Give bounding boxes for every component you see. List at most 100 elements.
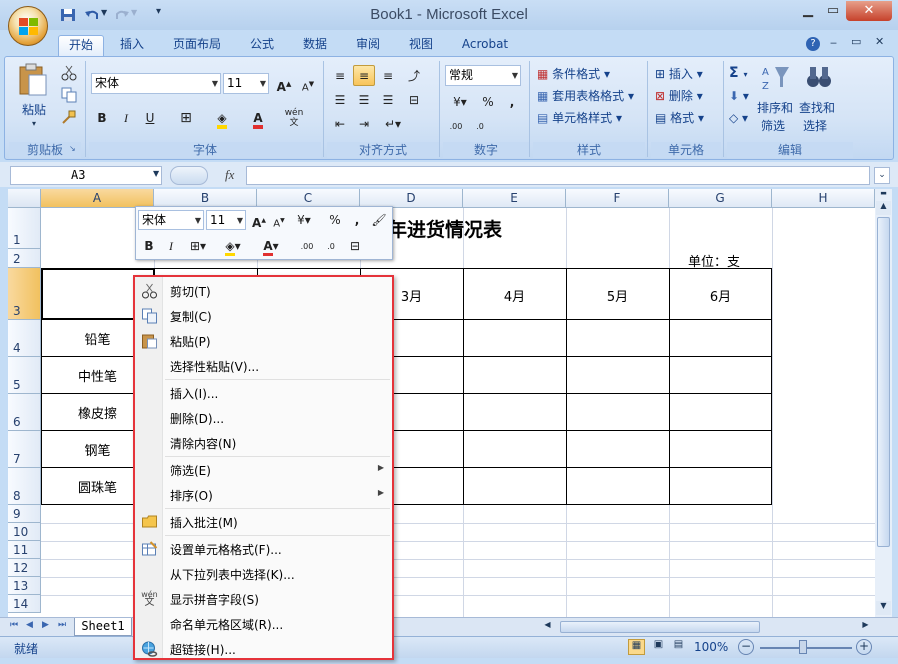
fill-button[interactable]: ⬇ ▾: [729, 89, 749, 103]
row-header-7[interactable]: 7: [8, 431, 41, 468]
mini-bold-button[interactable]: B: [138, 235, 160, 256]
menu-item-cut[interactable]: 剪切(T): [135, 279, 392, 303]
autosum-button[interactable]: Σ ▾: [729, 65, 747, 81]
mini-format-painter-icon[interactable]: 🖌: [368, 209, 390, 230]
underline-button[interactable]: U: [139, 107, 161, 128]
sort-filter-label[interactable]: 排序和: [757, 99, 793, 116]
first-sheet-icon[interactable]: ⏮: [10, 620, 18, 630]
scroll-up-icon[interactable]: ▲: [876, 201, 891, 215]
scroll-thumb[interactable]: [877, 217, 890, 547]
mini-size-combo[interactable]: 11 ▼: [206, 210, 246, 230]
help-icon[interactable]: ?: [806, 37, 820, 51]
copy-icon[interactable]: [61, 87, 77, 103]
paste-icon[interactable]: [17, 63, 49, 97]
font-size-combo[interactable]: 11 ▼: [223, 73, 269, 94]
insert-function-icon[interactable]: fx: [225, 167, 234, 183]
mini-currency-icon[interactable]: ¥▾: [290, 209, 318, 230]
column-header-f[interactable]: F: [566, 189, 669, 208]
increase-decimal-icon[interactable]: .00: [445, 115, 467, 136]
ribbon-close-icon[interactable]: ✕: [875, 35, 884, 48]
decrease-decimal-icon[interactable]: .0: [469, 115, 491, 136]
mini-comma-button[interactable]: ,: [346, 209, 368, 230]
scroll-down-icon[interactable]: ▼: [876, 601, 891, 615]
row-header-8[interactable]: 8: [8, 468, 41, 505]
mini-borders-icon[interactable]: ⊞▾: [182, 235, 214, 256]
clear-button[interactable]: ◇ ▾: [729, 111, 748, 125]
font-color-icon[interactable]: A: [247, 107, 269, 129]
menu-item-clear-contents[interactable]: 清除内容(N): [135, 431, 392, 455]
column-header-h[interactable]: H: [772, 189, 875, 208]
menu-item-format-cells[interactable]: 设置单元格格式(F)...: [135, 537, 392, 561]
menu-item-show-phonetic[interactable]: wén 文 显示拼音字段(S): [135, 587, 392, 611]
menu-item-copy[interactable]: 复制(C): [135, 304, 392, 328]
phonetic-icon[interactable]: wén 文: [281, 107, 307, 128]
formula-divider-handle[interactable]: [170, 166, 208, 185]
grow-font-icon[interactable]: A▲: [273, 73, 295, 94]
mini-fill-color-icon[interactable]: ◈▾: [216, 235, 250, 256]
mini-font-color-icon[interactable]: A▾: [254, 235, 288, 256]
mini-shrink-font-icon[interactable]: A▼: [268, 209, 290, 230]
sheet-tab-sheet1[interactable]: Sheet1: [74, 618, 132, 636]
cut-icon[interactable]: [61, 65, 77, 81]
text-orientation-icon[interactable]: ⤴: [403, 65, 425, 86]
format-as-table-button[interactable]: ▦ 套用表格格式 ▾: [537, 87, 634, 104]
row-header-1[interactable]: 1: [8, 208, 41, 249]
align-top-icon[interactable]: ≡: [329, 65, 351, 86]
paste-button[interactable]: 粘贴: [22, 101, 46, 118]
mini-increase-decimal-icon[interactable]: .00: [296, 235, 318, 256]
row-header-14[interactable]: 14: [8, 595, 41, 613]
format-cells-button[interactable]: ▤ 格式 ▾: [655, 109, 704, 126]
merge-center-icon[interactable]: ⊟: [403, 89, 425, 110]
zoom-in-icon[interactable]: +: [856, 639, 872, 655]
name-box-dropdown-icon[interactable]: ▼: [153, 169, 159, 178]
row-header-6[interactable]: 6: [8, 394, 41, 431]
shrink-font-icon[interactable]: A▼: [297, 73, 319, 94]
tab-formulas[interactable]: 公式: [240, 35, 284, 56]
borders-icon[interactable]: ⊞: [175, 107, 197, 128]
mini-decrease-decimal-icon[interactable]: .0: [320, 235, 342, 256]
menu-item-name-range[interactable]: 命名单元格区域(R)...: [135, 612, 392, 636]
conditional-format-button[interactable]: ▦ 条件格式 ▾: [537, 65, 610, 82]
select-all-corner[interactable]: [8, 189, 41, 208]
row-header-11[interactable]: 11: [8, 541, 41, 559]
tab-view[interactable]: 视图: [399, 35, 443, 56]
menu-item-delete[interactable]: 删除(D)...: [135, 406, 392, 430]
paste-dropdown-icon[interactable]: ▾: [32, 119, 36, 128]
page-layout-view-icon[interactable]: ▣: [650, 639, 667, 655]
tab-home[interactable]: 开始: [58, 35, 104, 56]
close-button[interactable]: ✕: [846, 1, 892, 21]
page-break-view-icon[interactable]: ▤: [670, 639, 687, 655]
number-format-combo[interactable]: 常规 ▼: [445, 65, 521, 86]
cell-styles-button[interactable]: ▤ 单元格样式 ▾: [537, 109, 622, 126]
row-header-9[interactable]: 9: [8, 505, 41, 523]
find-select-label-2[interactable]: 选择: [803, 117, 827, 134]
menu-item-hyperlink[interactable]: 超链接(H)...: [135, 637, 392, 661]
fill-color-icon[interactable]: ◈: [211, 107, 233, 129]
menu-item-paste[interactable]: 粘贴(P): [135, 329, 392, 353]
menu-item-paste-special[interactable]: 选择性粘贴(V)...: [135, 354, 392, 378]
align-middle-icon[interactable]: ≡: [353, 65, 375, 86]
split-handle-icon[interactable]: ▬: [876, 189, 891, 199]
font-name-combo[interactable]: 宋体 ▼: [91, 73, 221, 94]
prev-sheet-icon[interactable]: ◀: [26, 620, 33, 630]
ribbon-restore-icon[interactable]: ▭: [851, 35, 861, 48]
tab-insert[interactable]: 插入: [110, 35, 154, 56]
decrease-indent-icon[interactable]: ⇤: [329, 113, 351, 134]
tab-data[interactable]: 数据: [293, 35, 337, 56]
office-button[interactable]: [8, 6, 48, 46]
align-bottom-icon[interactable]: ≡: [377, 65, 399, 86]
row-header-3[interactable]: 3: [8, 268, 41, 320]
zoom-out-icon[interactable]: −: [738, 639, 754, 655]
sort-filter-icon[interactable]: AZ: [761, 63, 791, 91]
mini-italic-button[interactable]: I: [160, 235, 182, 256]
column-header-g[interactable]: G: [669, 189, 772, 208]
binoculars-icon[interactable]: [805, 63, 833, 91]
hscroll-right-icon[interactable]: ▶: [858, 620, 873, 634]
tab-page-layout[interactable]: 页面布局: [164, 35, 230, 56]
format-painter-icon[interactable]: [61, 109, 77, 125]
row-header-5[interactable]: 5: [8, 357, 41, 394]
ribbon-minimize-icon[interactable]: ‒: [830, 36, 837, 49]
column-header-e[interactable]: E: [463, 189, 566, 208]
align-center-icon[interactable]: ☰: [353, 89, 375, 110]
tab-review[interactable]: 审阅: [346, 35, 390, 56]
